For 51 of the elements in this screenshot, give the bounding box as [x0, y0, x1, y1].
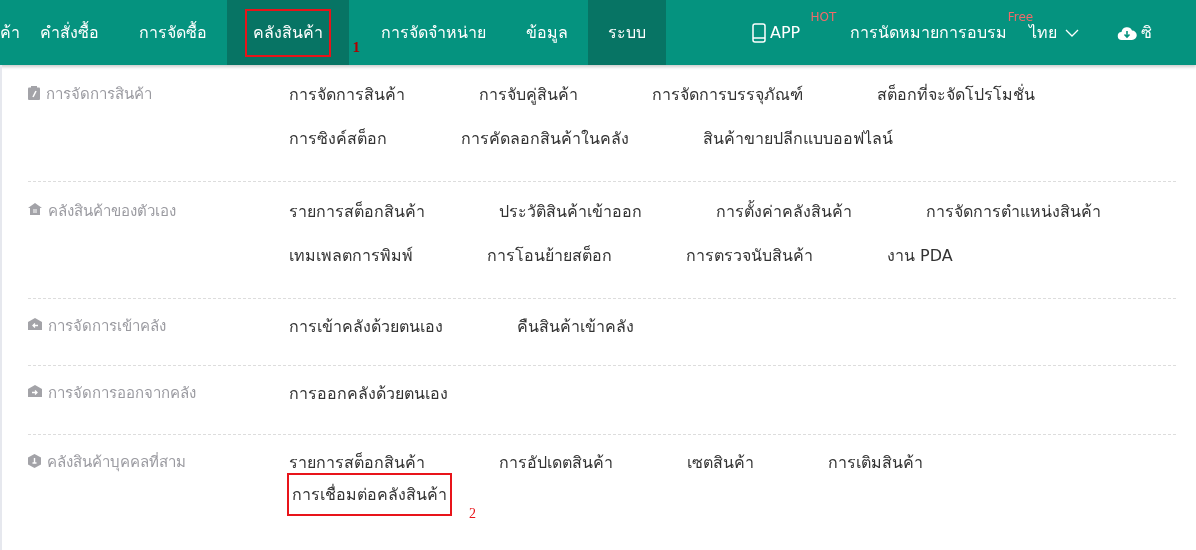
menu-link[interactable]: การตรวจนับสินค้า: [686, 244, 813, 267]
nav-tab[interactable]: คำสั่งซื้อ: [20, 0, 119, 65]
menu-link[interactable]: การเข้าคลังด้วยตนเอง: [289, 315, 443, 338]
menu-link[interactable]: การโอนย้ายสต็อก: [487, 244, 612, 267]
menu-link[interactable]: รายการสต็อกสินค้า: [289, 200, 425, 223]
menu-link[interactable]: การจัดการสินค้า: [289, 83, 405, 106]
chevron-down-icon: [1065, 28, 1080, 37]
nav-link-text[interactable]: การนัดหมายการอบรม: [850, 20, 1008, 45]
nav-link-text[interactable]: APP: [770, 20, 801, 45]
menu-link[interactable]: เทมเพลตการพิมพ์: [289, 244, 413, 267]
menu-link[interactable]: สินค้าขายปลีกแบบออฟไลน์: [703, 127, 893, 150]
warehouse-out-icon: [28, 385, 42, 397]
hexagon-icon: [28, 454, 41, 468]
menu-link[interactable]: การคัดลอกสินค้าในคลัง: [461, 127, 629, 150]
cloud-download-icon: [1117, 24, 1138, 41]
nav-tab[interactable]: ข้อมูล: [506, 0, 588, 65]
nav-tab[interactable]: การจัดซื้อ: [119, 0, 227, 65]
menu-link[interactable]: การอัปเดตสินค้า: [499, 451, 613, 474]
language-selector[interactable]: ไทย: [1029, 20, 1058, 45]
warehouse-in-icon: [28, 318, 42, 330]
annotation-number: 1: [352, 38, 360, 57]
group-title: คลังสินค้าบุคคลที่สาม: [47, 451, 186, 474]
phone-icon: [752, 22, 766, 43]
group-title: การจัดการออกจากคลัง: [48, 383, 196, 404]
menu-link[interactable]: งาน PDA: [887, 244, 953, 267]
clipboard-icon: [28, 86, 40, 100]
nav-tab[interactable]: คลังสินค้า: [227, 0, 349, 65]
nav-tab[interactable]: การจัดจำหน่าย: [361, 0, 506, 65]
badge-label: Free: [1007, 10, 1034, 23]
menu-link[interactable]: การซิงค์สต็อก: [289, 127, 387, 150]
menu-link[interactable]: การเชื่อมต่อคลังสินค้า: [289, 475, 450, 514]
menu-link[interactable]: การเติมสินค้า: [828, 451, 923, 474]
nav-tab[interactable]: ค้า: [0, 0, 20, 65]
group-title: การจัดการเข้าคลัง: [48, 316, 166, 337]
menu-link[interactable]: เซตสินค้า: [687, 451, 754, 474]
nav-tab[interactable]: ระบบ: [588, 0, 666, 65]
house-icon: [28, 203, 42, 215]
menu-link[interactable]: การจัดการบรรจุภัณฑ์: [652, 83, 803, 106]
menu-link[interactable]: สต็อกที่จะจัดโปรโมชั่น: [877, 83, 1035, 106]
badge-label: HOT: [810, 10, 837, 23]
menu-link[interactable]: การจับคู่สินค้า: [479, 83, 578, 106]
menu-link[interactable]: การออกคลังด้วยตนเอง: [289, 382, 448, 405]
group-title: คลังสินค้าของตัวเอง: [48, 201, 176, 222]
annotation-number: 2: [469, 505, 476, 523]
nav-link-text[interactable]: ซิ: [1141, 20, 1153, 45]
menu-link[interactable]: รายการสต็อกสินค้า: [289, 451, 425, 474]
group-title: การจัดการสินค้า: [46, 84, 152, 105]
menu-link[interactable]: การจัดการตำแหน่งสินค้า: [926, 200, 1101, 223]
menu-link[interactable]: คืนสินค้าเข้าคลัง: [517, 315, 634, 338]
menu-link[interactable]: การตั้งค่าคลังสินค้า: [716, 200, 852, 223]
menu-link[interactable]: ประวัติสินค้าเข้าออก: [499, 200, 642, 223]
